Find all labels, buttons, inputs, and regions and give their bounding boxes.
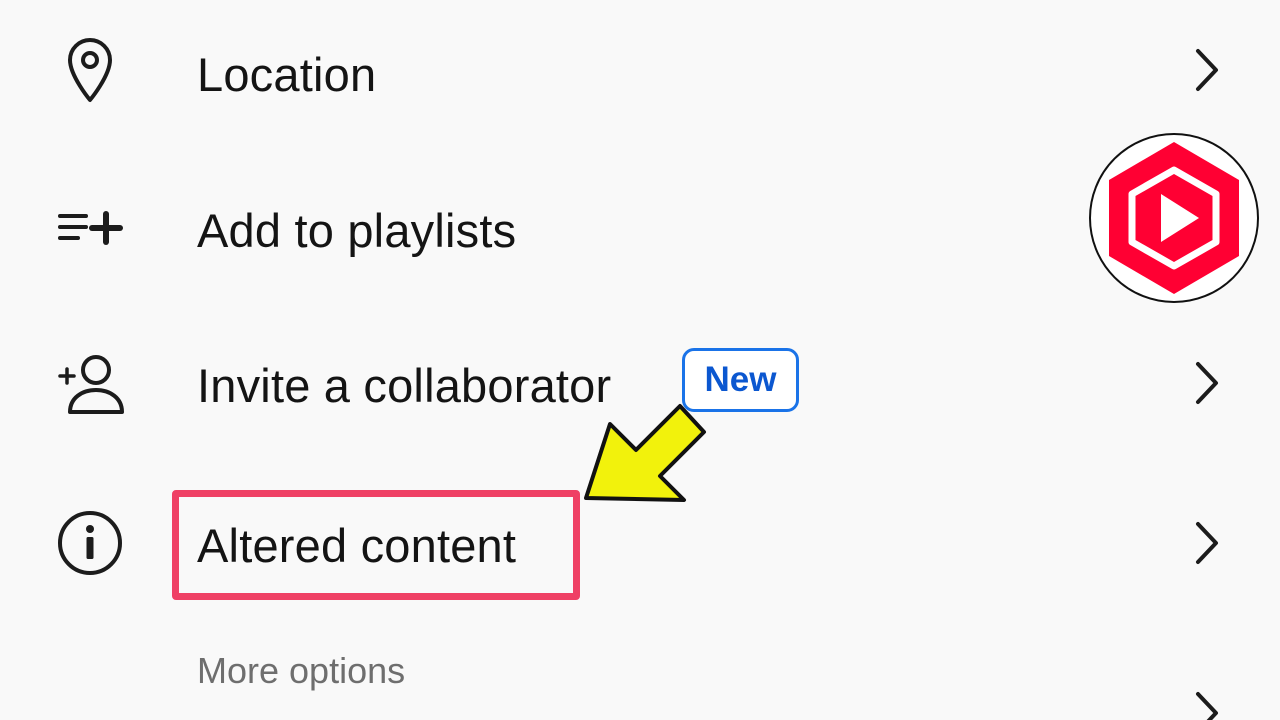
settings-screen: Location Add to playlists Invite a colla… xyxy=(0,0,1280,720)
menu-item-label: Invite a collaborator xyxy=(197,359,612,412)
playlist-add-icon xyxy=(50,188,130,268)
menu-item-label: Location xyxy=(197,48,377,101)
chevron-right-icon xyxy=(1186,45,1226,95)
youtube-studio-logo xyxy=(1088,132,1260,304)
info-icon xyxy=(50,503,130,583)
location-pin-icon xyxy=(50,30,130,110)
menu-item-label: Add to playlists xyxy=(197,204,517,257)
menu-item-location[interactable]: Location xyxy=(0,5,1280,135)
highlight-box xyxy=(172,490,580,600)
pointer-arrow-icon xyxy=(582,400,712,505)
chevron-right-icon xyxy=(1186,518,1226,568)
add-person-icon xyxy=(50,344,130,424)
chevron-right-icon[interactable] xyxy=(1186,688,1226,720)
chevron-right-icon xyxy=(1186,358,1226,408)
more-options-header: More options xyxy=(197,650,406,691)
